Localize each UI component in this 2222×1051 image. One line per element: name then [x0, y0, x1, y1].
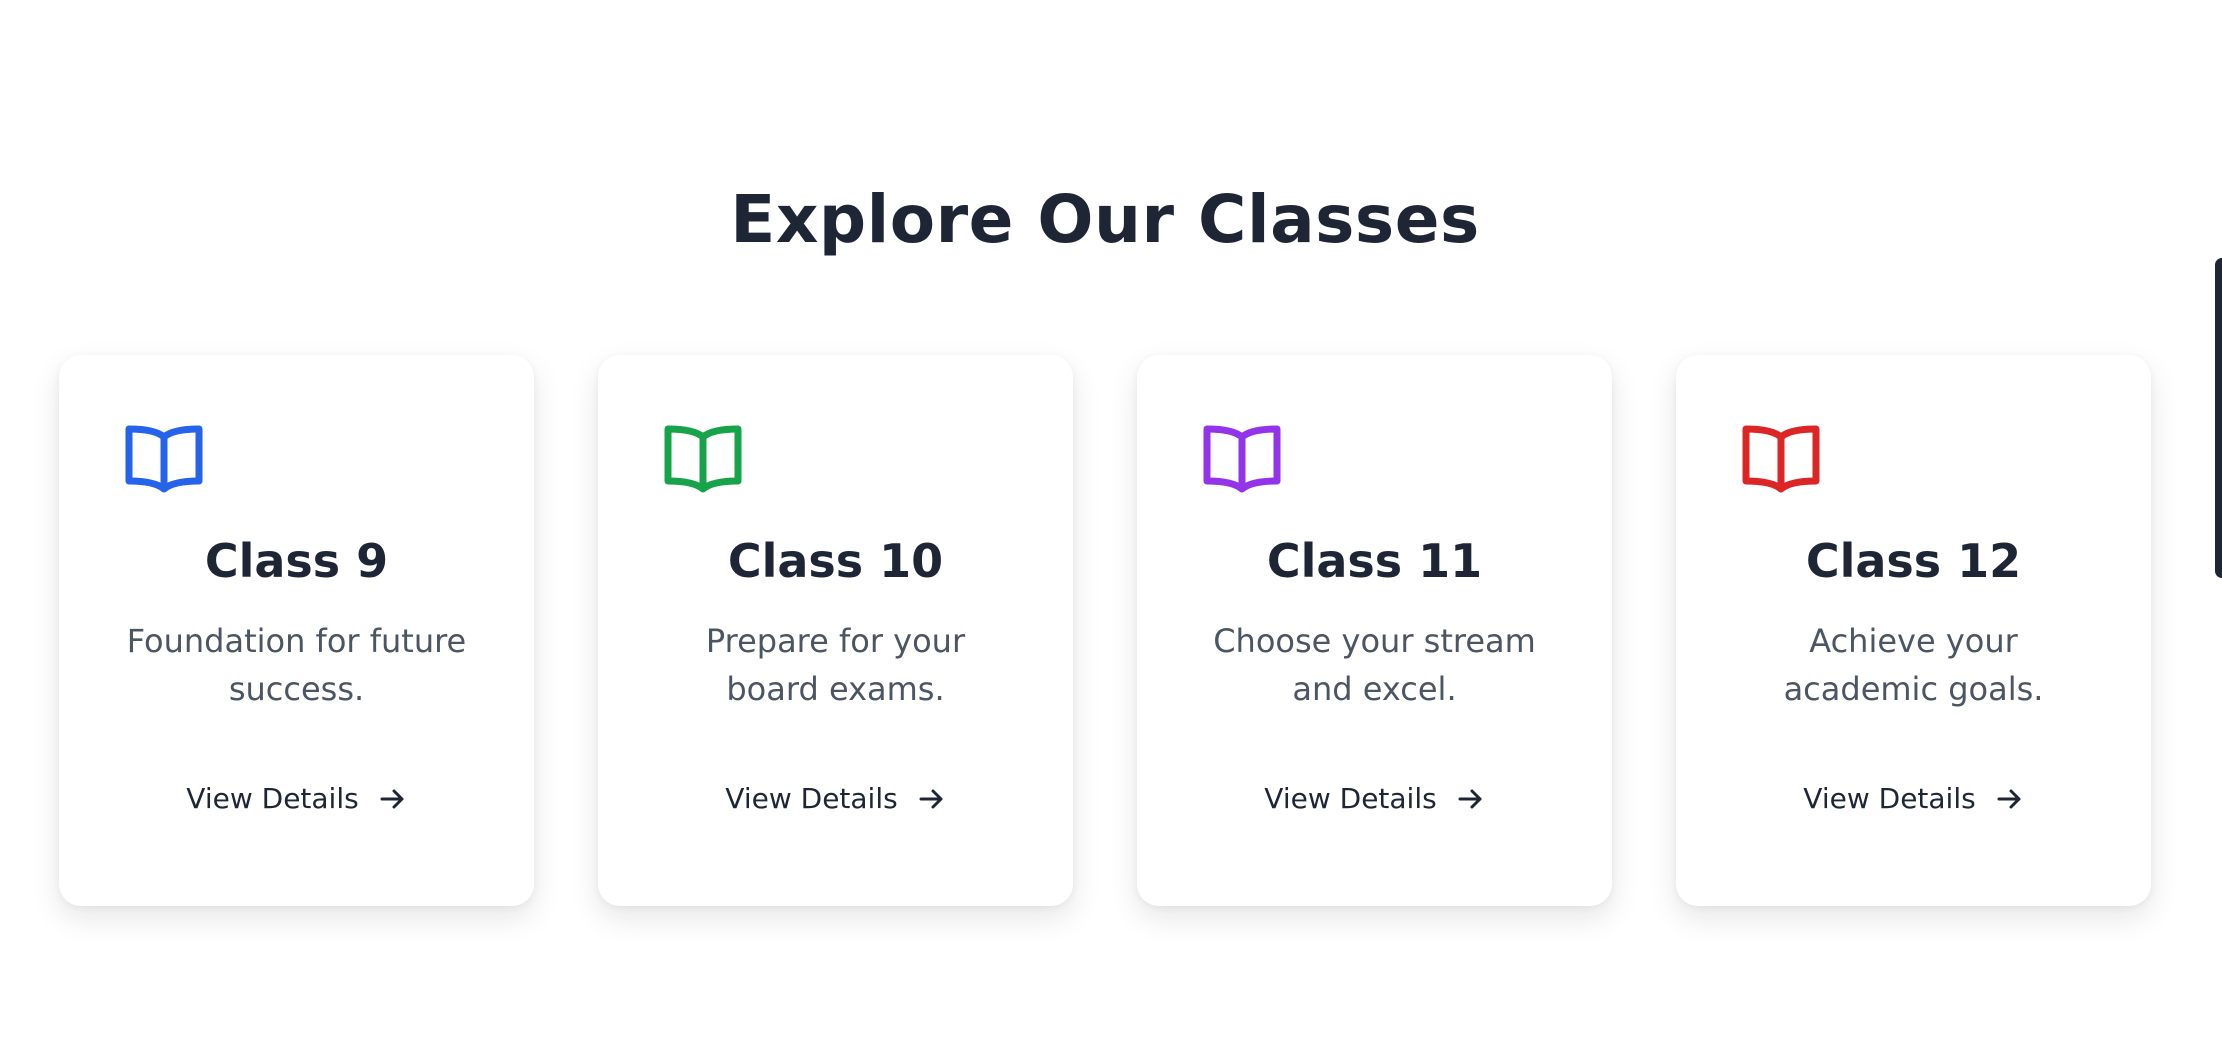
open-book-icon: [1742, 423, 1820, 493]
card-title: Class 10: [727, 534, 944, 588]
class-card-12: Class 12 Achieve your academic goals. Vi…: [1676, 355, 2151, 906]
card-description: Choose your stream and excel.: [1213, 622, 1536, 708]
view-details-link[interactable]: View Details: [1137, 779, 1612, 819]
card-title: Class 9: [204, 534, 389, 588]
open-book-icon-svg: [664, 425, 742, 493]
view-details-link[interactable]: View Details: [59, 779, 534, 819]
view-details-link[interactable]: View Details: [598, 779, 1073, 819]
section-title: Explore Our Classes: [730, 181, 1480, 258]
class-card-11: Class 11 Choose your stream and excel. V…: [1137, 355, 1612, 906]
open-book-icon: [1203, 423, 1281, 493]
open-book-icon-svg: [1742, 425, 1820, 493]
arrow-right-icon: [1455, 784, 1485, 814]
card-title: Class 12: [1805, 534, 2022, 588]
open-book-icon: [664, 423, 742, 493]
open-book-icon: [125, 423, 203, 493]
class-card-9: Class 9 Foundation for future success. V…: [59, 355, 534, 906]
scrollbar-thumb[interactable]: [2215, 258, 2222, 578]
class-card-10: Class 10 Prepare for your board exams. V…: [598, 355, 1073, 906]
view-details-label: View Details: [1264, 782, 1437, 815]
card-description: Achieve your academic goals.: [1783, 622, 2044, 708]
card-title: Class 11: [1266, 534, 1483, 588]
open-book-icon-svg: [1203, 425, 1281, 493]
card-description: Foundation for future success.: [126, 622, 467, 708]
card-description: Prepare for your board exams.: [705, 622, 966, 708]
arrow-right-icon: [916, 784, 946, 814]
view-details-label: View Details: [186, 782, 359, 815]
view-details-label: View Details: [725, 782, 898, 815]
classes-page: Explore Our Classes Class 9 Foundation f…: [0, 0, 2222, 1051]
view-details-label: View Details: [1803, 782, 1976, 815]
open-book-icon-svg: [125, 425, 203, 493]
arrow-right-icon: [377, 784, 407, 814]
arrow-right-icon: [1994, 784, 2024, 814]
view-details-link[interactable]: View Details: [1676, 779, 2151, 819]
